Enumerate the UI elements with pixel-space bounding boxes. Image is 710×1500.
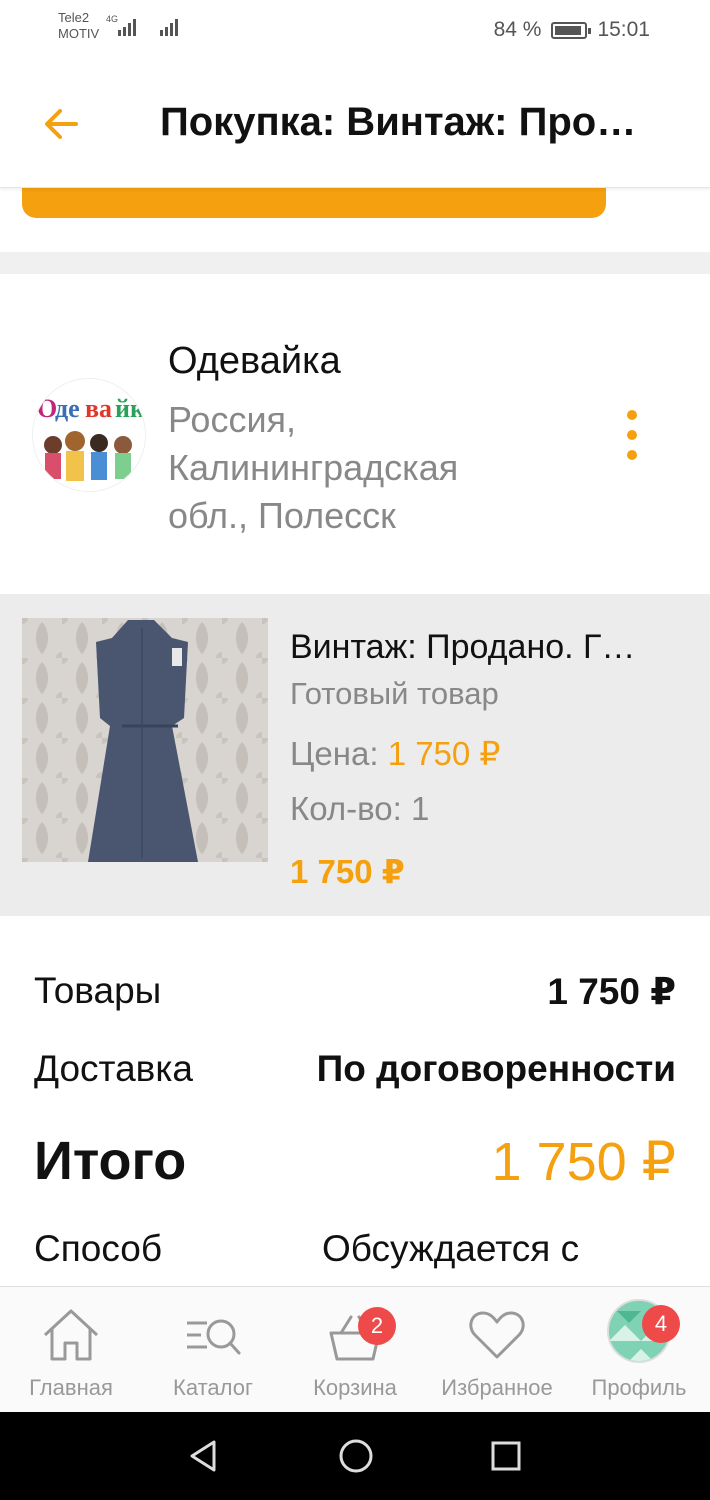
goods-value: 1 750 ₽ (547, 971, 676, 1012)
price-label: Цена: (290, 735, 379, 772)
svg-text:ва: ва (85, 394, 112, 423)
status-right: 84 % 15:01 (494, 18, 650, 42)
battery-percent: 84 % (493, 18, 542, 41)
home-icon (43, 1309, 99, 1361)
carrier-top: Tele2 (58, 10, 90, 25)
nav-home[interactable]: Главная (0, 1287, 142, 1413)
svg-text:де: де (55, 394, 80, 423)
payment-method-label: Способ (34, 1228, 163, 1269)
product-price-row: Цена: 1 750 ₽ (290, 734, 500, 773)
total-label: Итого (34, 1131, 187, 1191)
price-value: 1 750 ₽ (387, 735, 501, 772)
system-back-icon[interactable] (186, 1438, 220, 1474)
svg-text:йк: йк (115, 394, 145, 423)
nav-cart[interactable]: 2 Корзина (284, 1287, 426, 1413)
page-title: Покупка: Винтаж: Про… (160, 100, 637, 144)
clock: 15:01 (597, 18, 650, 41)
product-type: Готовый товар (290, 676, 499, 711)
catalog-search-icon (187, 1319, 241, 1355)
carrier-bottom: MOTIV (58, 26, 100, 41)
seller-name[interactable]: Одевайка (168, 340, 341, 383)
status-bar: Tele2 MOTIV 4G 84 % 15:01 (0, 0, 710, 62)
nav-label-cart: Корзина (313, 1375, 397, 1400)
carrier-name: Tele2 MOTIV (58, 10, 99, 42)
cart-badge: 2 (358, 1307, 396, 1345)
product-image[interactable] (22, 618, 268, 862)
arrow-left-icon[interactable] (40, 102, 84, 146)
signal-icon-2 (160, 19, 178, 36)
seller-avatar[interactable]: О де ва йк (32, 378, 146, 492)
nav-favorites[interactable]: Избранное (426, 1287, 568, 1413)
order-item[interactable]: Винтаж: Продано. Г… Готовый товар Цена: … (0, 594, 710, 916)
app-bar: Покупка: Винтаж: Про… (0, 62, 710, 188)
delivery-value: По договоренности (316, 1048, 676, 1089)
delivery-label: Доставка (34, 1048, 193, 1089)
product-total: 1 750 ₽ (290, 853, 405, 890)
signal-icon (118, 19, 136, 36)
product-qty-row: Кол-во: 1 (290, 790, 429, 828)
system-recents-icon[interactable] (488, 1438, 524, 1474)
qty-label: Кол-во: (290, 790, 402, 827)
nav-label-home: Главная (29, 1375, 113, 1400)
section-divider (0, 252, 710, 274)
nav-label-catalog: Каталог (173, 1375, 253, 1400)
more-options-icon[interactable] (624, 410, 640, 464)
heart-icon (469, 1311, 525, 1359)
seller-location: Россия, Калининградская обл., Полесск (168, 399, 459, 536)
payment-method-value: Обсуждается с (322, 1228, 580, 1269)
goods-label: Товары (34, 970, 162, 1011)
bottom-nav: Главная Каталог 2 Корзина Избранное 4 Пр… (0, 1286, 710, 1412)
nav-profile[interactable]: 4 Профиль (568, 1287, 710, 1413)
seller-logo-image: О де ва йк (33, 379, 145, 491)
qty-value: 1 (410, 790, 430, 827)
battery-icon (551, 21, 592, 39)
nav-catalog[interactable]: Каталог (142, 1287, 284, 1413)
nav-label-profile: Профиль (591, 1375, 687, 1400)
system-home-icon[interactable] (336, 1436, 376, 1476)
profile-badge: 4 (642, 1305, 680, 1343)
product-title[interactable]: Винтаж: Продано. Г… (290, 628, 635, 667)
nav-label-favorites: Избранное (441, 1375, 553, 1400)
total-value: 1 750 ₽ (491, 1132, 677, 1192)
system-nav-bar (0, 1412, 710, 1500)
